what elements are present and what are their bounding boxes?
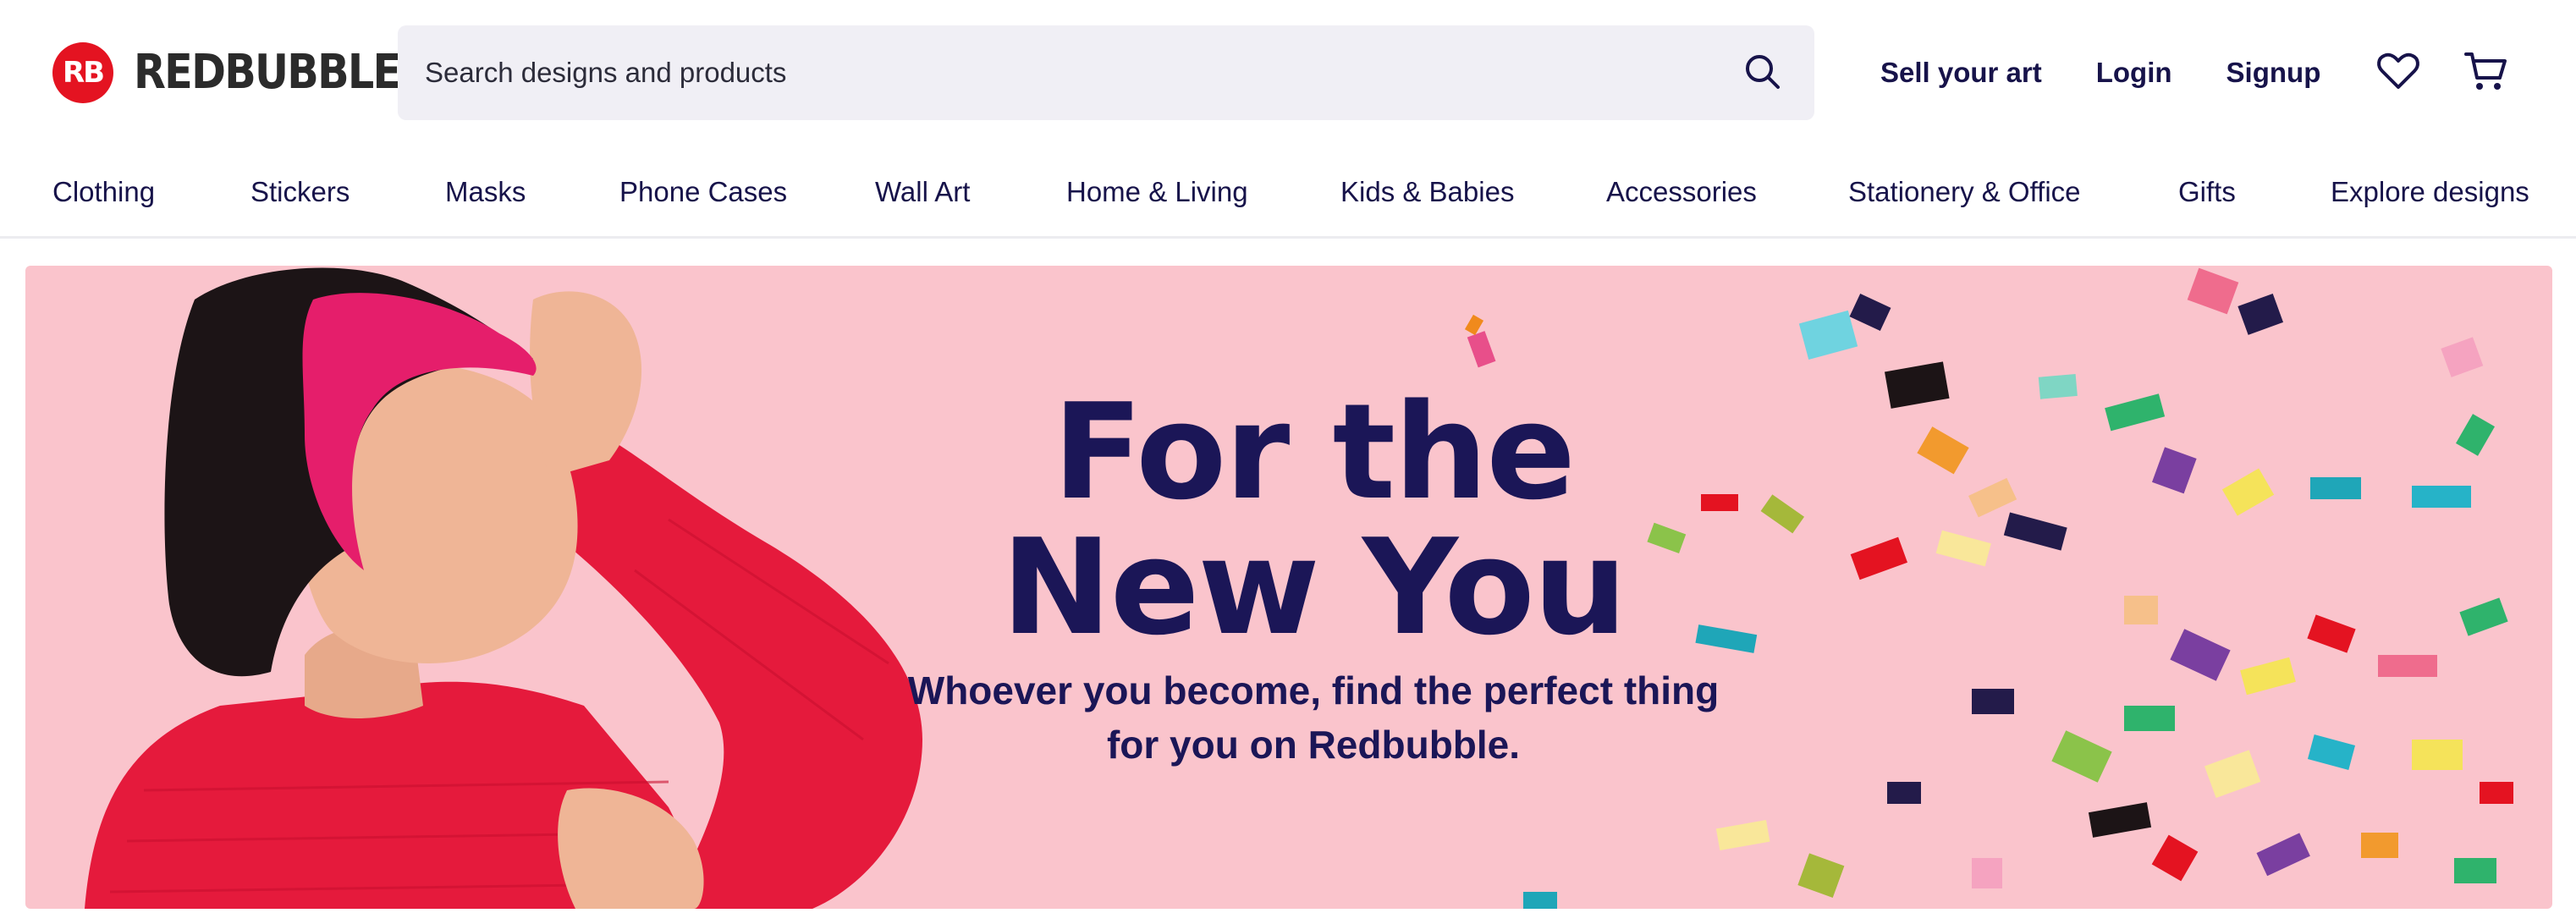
- login-link[interactable]: Login: [2096, 57, 2172, 89]
- hero-title-line-2: New You: [1001, 510, 1627, 664]
- search-input[interactable]: [425, 57, 1677, 89]
- nav-item-phone-cases[interactable]: Phone Cases: [619, 176, 787, 208]
- account-links: Sell your art Login Signup: [1880, 51, 2375, 95]
- search-icon[interactable]: [1742, 51, 1784, 93]
- redbubble-logo[interactable]: RB REDBUBBLE: [52, 42, 436, 103]
- nav-item-gifts[interactable]: Gifts: [2178, 176, 2236, 208]
- heart-icon[interactable]: [2375, 47, 2422, 95]
- search-bar: [398, 25, 1814, 120]
- logo-wordmark: REDBUBBLE: [134, 45, 401, 100]
- cart-icon[interactable]: [2463, 47, 2510, 95]
- nav-item-kids-babies[interactable]: Kids & Babies: [1340, 176, 1514, 208]
- logo-mark: RB: [52, 42, 113, 103]
- nav-item-stationery-office[interactable]: Stationery & Office: [1848, 176, 2081, 208]
- hero-banner[interactable]: For the New You Whoever you become, find…: [25, 266, 2552, 909]
- site-header: RB REDBUBBLE Sell your art Login Signup: [0, 0, 2576, 146]
- nav-item-wall-art[interactable]: Wall Art: [875, 176, 970, 208]
- hero-subtitle: Whoever you become, find the perfect thi…: [873, 663, 1753, 772]
- nav-item-accessories[interactable]: Accessories: [1606, 176, 1757, 208]
- signup-link[interactable]: Signup: [2226, 57, 2321, 89]
- hero-title-line-1: For the: [1052, 375, 1576, 529]
- hero-subtitle-line-1: Whoever you become, find the perfect thi…: [907, 668, 1720, 712]
- nav-item-stickers[interactable]: Stickers: [250, 176, 350, 208]
- nav-item-home-living[interactable]: Home & Living: [1066, 176, 1248, 208]
- hero-subtitle-line-2: for you on Redbubble.: [1106, 723, 1521, 767]
- nav-item-explore-designs[interactable]: Explore designs: [2331, 176, 2529, 208]
- nav-item-clothing[interactable]: Clothing: [52, 176, 155, 208]
- nav-item-masks[interactable]: Masks: [445, 176, 526, 208]
- hero-title: For the New You: [890, 384, 1737, 655]
- sell-your-art-link[interactable]: Sell your art: [1880, 57, 2042, 89]
- category-nav: Clothing Stickers Masks Phone Cases Wall…: [0, 146, 2576, 239]
- person-illustration: [85, 267, 922, 909]
